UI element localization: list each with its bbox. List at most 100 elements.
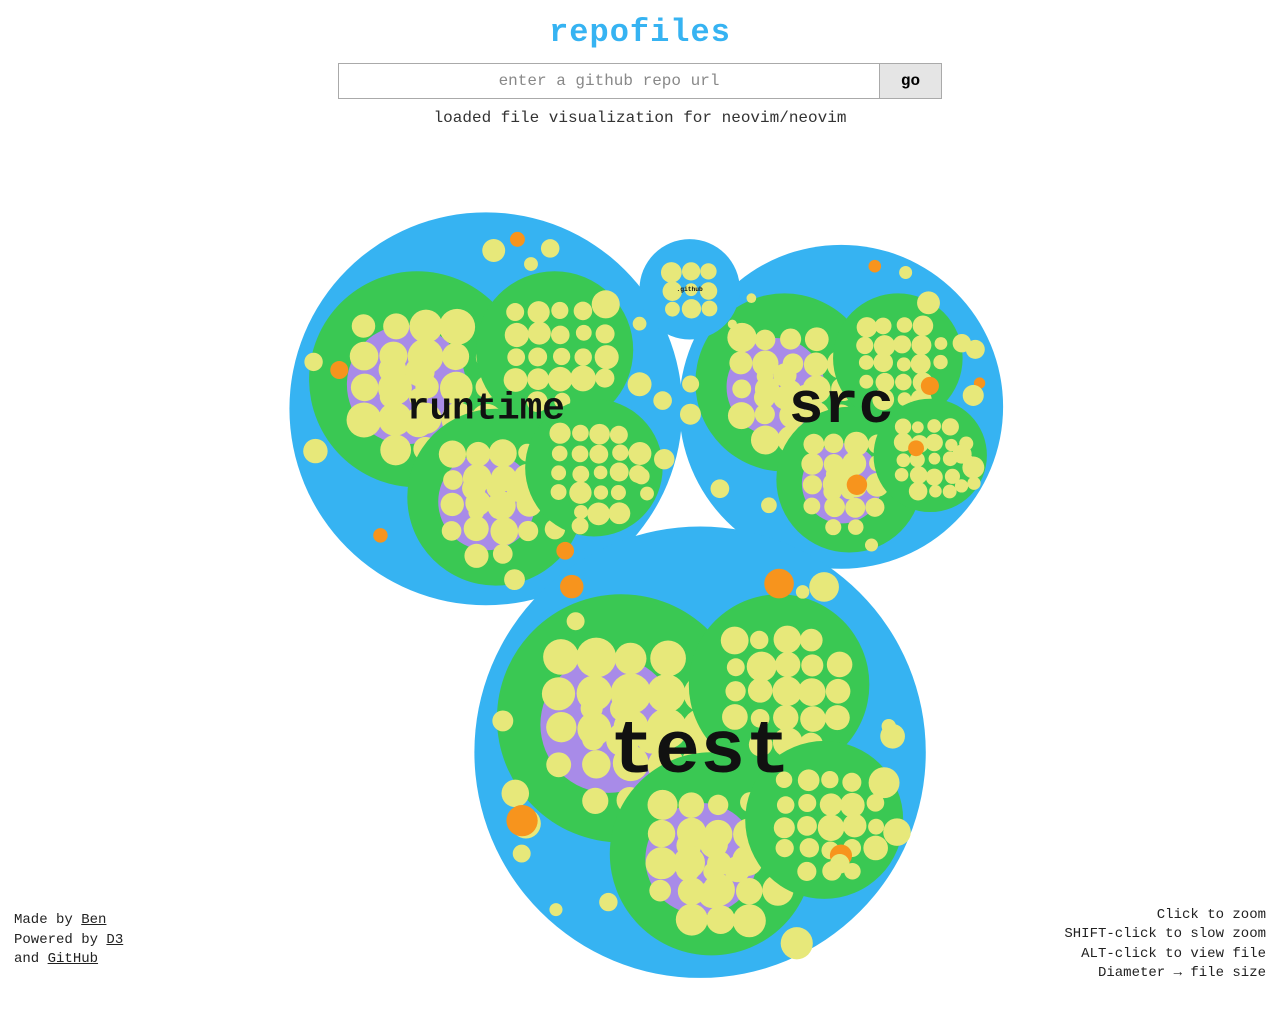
leaf-file[interactable] <box>380 435 411 466</box>
leaf-file[interactable] <box>518 521 538 541</box>
leaf-file[interactable] <box>589 445 608 464</box>
leaf-file[interactable] <box>798 794 816 812</box>
leaf-file[interactable] <box>524 257 538 271</box>
leaf-file[interactable] <box>463 464 492 493</box>
leaf-file[interactable] <box>411 403 442 434</box>
leaf-file[interactable] <box>577 712 611 746</box>
leaf-file[interactable] <box>963 385 984 406</box>
leaf-file[interactable] <box>764 569 794 599</box>
leaf-file[interactable] <box>541 239 560 258</box>
leaf-file[interactable] <box>776 772 793 789</box>
leaf-file[interactable] <box>708 795 728 815</box>
leaf-file[interactable] <box>824 496 845 517</box>
leaf-file[interactable] <box>796 585 810 599</box>
leaf-file[interactable] <box>798 678 826 706</box>
leaf-file[interactable] <box>549 423 570 444</box>
leaf-file[interactable] <box>492 710 513 731</box>
leaf-file[interactable] <box>895 468 909 482</box>
leaf-file[interactable] <box>572 425 589 442</box>
leaf-file[interactable] <box>927 419 941 433</box>
leaf-file[interactable] <box>700 263 716 279</box>
leaf-file[interactable] <box>800 706 826 732</box>
leaf-file[interactable] <box>897 357 911 371</box>
leaf-file[interactable] <box>576 638 616 678</box>
leaf-file[interactable] <box>682 375 699 392</box>
leaf-file[interactable] <box>677 818 706 847</box>
leaf-file[interactable] <box>872 388 894 410</box>
leaf-file[interactable] <box>556 542 574 560</box>
leaf-file[interactable] <box>304 353 322 371</box>
leaf-file[interactable] <box>803 375 831 403</box>
leaf-file[interactable] <box>679 792 705 818</box>
leaf-file[interactable] <box>464 544 488 568</box>
leaf-file[interactable] <box>779 402 805 428</box>
leaf-file[interactable] <box>572 517 589 534</box>
leaf-file[interactable] <box>912 421 924 433</box>
leaf-file[interactable] <box>685 283 698 296</box>
leaf-file[interactable] <box>875 318 892 335</box>
leaf-file[interactable] <box>706 905 735 934</box>
leaf-file[interactable] <box>673 847 705 879</box>
leaf-file[interactable] <box>569 482 591 504</box>
leaf-file[interactable] <box>798 769 820 791</box>
leaf-file[interactable] <box>962 457 984 479</box>
leaf-file[interactable] <box>548 367 573 392</box>
leaf-file[interactable] <box>897 453 911 467</box>
leaf-file[interactable] <box>761 497 777 513</box>
leaf-file[interactable] <box>440 372 473 405</box>
leaf-file[interactable] <box>926 434 943 451</box>
leaf-file[interactable] <box>577 675 613 711</box>
leaf-file[interactable] <box>572 446 589 463</box>
leaf-file[interactable] <box>649 880 671 902</box>
leaf-file[interactable] <box>487 491 516 520</box>
leaf-file[interactable] <box>847 475 867 495</box>
leaf-file[interactable] <box>775 652 800 677</box>
leaf-file[interactable] <box>661 262 682 283</box>
leaf-file[interactable] <box>439 309 475 345</box>
leaf-file[interactable] <box>895 418 911 434</box>
leaf-file[interactable] <box>825 705 850 730</box>
leaf-file[interactable] <box>747 293 757 303</box>
leaf-file[interactable] <box>610 462 629 481</box>
leaf-file[interactable] <box>350 342 379 371</box>
leaf-file[interactable] <box>633 468 649 484</box>
leaf-file[interactable] <box>842 452 866 476</box>
leaf-file[interactable] <box>504 368 528 392</box>
leaf-file[interactable] <box>415 375 438 398</box>
leaf-file[interactable] <box>351 374 379 402</box>
leaf-file[interactable] <box>650 641 686 677</box>
leaf-file[interactable] <box>827 652 853 678</box>
leaf-file[interactable] <box>882 719 896 733</box>
leaf-file[interactable] <box>926 469 943 486</box>
leaf-file[interactable] <box>589 424 610 445</box>
leaf-file[interactable] <box>843 814 867 838</box>
leaf-file[interactable] <box>728 320 737 329</box>
leaf-file[interactable] <box>823 472 847 496</box>
leaf-file[interactable] <box>911 354 931 374</box>
leaf-file[interactable] <box>727 658 745 676</box>
leaf-file[interactable] <box>542 677 575 710</box>
leaf-file[interactable] <box>599 893 617 911</box>
leaf-file[interactable] <box>707 851 732 876</box>
leaf-file[interactable] <box>736 878 762 904</box>
leaf-file[interactable] <box>818 814 845 841</box>
leaf-file[interactable] <box>443 470 463 490</box>
leaf-file[interactable] <box>502 780 530 808</box>
leaf-file[interactable] <box>442 343 469 370</box>
leaf-file[interactable] <box>504 569 525 590</box>
leaf-file[interactable] <box>728 402 755 429</box>
leaf-file[interactable] <box>801 654 823 676</box>
leaf-file[interactable] <box>505 323 529 347</box>
leaf-file[interactable] <box>352 314 376 338</box>
leaf-file[interactable] <box>543 639 579 675</box>
leaf-file[interactable] <box>933 355 947 369</box>
leaf-file[interactable] <box>917 291 940 314</box>
leaf-file[interactable] <box>611 673 652 714</box>
leaf-file[interactable] <box>725 681 745 701</box>
leaf-file[interactable] <box>781 927 813 959</box>
leaf-file[interactable] <box>755 404 775 424</box>
leaf-file[interactable] <box>482 239 505 262</box>
leaf-file[interactable] <box>869 767 900 798</box>
leaf-file[interactable] <box>490 517 518 545</box>
leaf-file[interactable] <box>379 342 407 370</box>
